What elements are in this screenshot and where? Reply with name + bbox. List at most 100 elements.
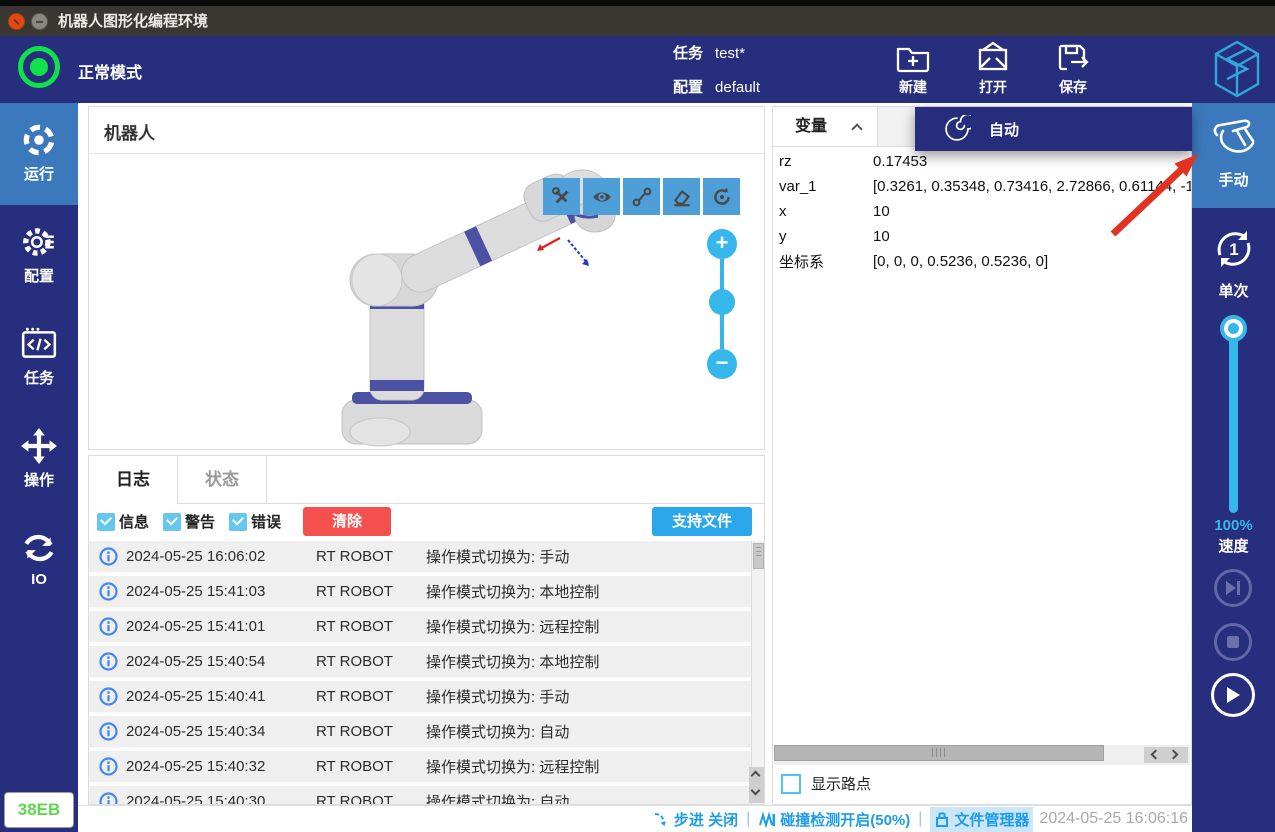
filter-warning-label: 警告 (185, 511, 215, 532)
log-source: RT ROBOT (316, 758, 411, 775)
separator: | (918, 810, 922, 828)
log-time: 2024-05-25 15:40:34 (126, 723, 291, 740)
code-window-icon (20, 325, 58, 363)
robot-panel: 机器人 (88, 106, 765, 450)
sidebar-item-config[interactable]: 配置 (0, 205, 78, 307)
log-time: 2024-05-25 15:40:30 (126, 793, 291, 804)
variable-row[interactable]: 坐标系 [0, 0, 0, 0.5236, 0.5236, 0] (773, 249, 1191, 274)
open-file-icon (975, 40, 1011, 76)
log-row: 2024-05-25 15:40:32 RT ROBOT 操作模式切换为: 远程… (89, 751, 751, 784)
variable-value: [0, 0, 0, 0.5236, 0.5236, 0] (873, 253, 1048, 270)
log-source: RT ROBOT (316, 583, 411, 600)
speed-slider-track[interactable] (1229, 327, 1238, 513)
visibility-button[interactable] (583, 178, 620, 215)
reset-view-button[interactable] (703, 178, 740, 215)
tab-status[interactable]: 状态 (178, 456, 267, 504)
tools-icon (551, 186, 573, 208)
zoom-slider-handle[interactable] (709, 289, 735, 315)
step-forward-button[interactable] (1214, 569, 1252, 607)
sidebar-item-operate[interactable]: 操作 (0, 409, 78, 511)
log-message: 操作模式切换为: 手动 (426, 686, 569, 707)
log-scrollbar[interactable] (751, 541, 764, 804)
log-time: 2024-05-25 15:40:41 (126, 688, 291, 705)
stop-icon (1226, 635, 1240, 649)
variable-row[interactable]: x 10 (773, 199, 1191, 224)
collision-detection-toggle[interactable]: 碰撞检测开启(50%) (758, 809, 910, 830)
info-icon (99, 687, 118, 706)
log-message: 操作模式切换为: 本地控制 (426, 651, 599, 672)
stop-button[interactable] (1214, 623, 1252, 661)
config-row: 配置default (673, 76, 760, 97)
sidebar-item-task[interactable]: 任务 (0, 307, 78, 409)
variable-row[interactable]: y 10 (773, 224, 1191, 249)
scroll-left-icon[interactable] (1151, 750, 1161, 760)
speed-label: 速度 (1192, 535, 1275, 556)
play-button[interactable] (1211, 673, 1255, 717)
task-value: test* (715, 45, 745, 62)
log-scrollbar-thumb[interactable] (753, 543, 764, 569)
mode-label: 正常模式 (78, 59, 142, 83)
log-row: 2024-05-25 15:40:30 RT ROBOT 操作模式切换为: 自动 (89, 786, 751, 804)
file-manager-button[interactable]: 文件管理器 (930, 807, 1033, 832)
file-manager-icon (934, 811, 950, 828)
log-scroll-buttons[interactable] (749, 767, 764, 803)
path-icon (631, 186, 653, 208)
variable-row[interactable]: var_1 [0.3261, 0.35348, 0.73416, 2.72866… (773, 174, 1191, 199)
window-titlebar: 机器人图形化编程环境 (0, 0, 1275, 36)
filter-info-checkbox[interactable] (97, 513, 115, 531)
clear-button[interactable]: 清除 (303, 507, 391, 536)
app-header: 正常模式 任务 test* 配置default 新建 打开 (0, 36, 1275, 103)
filter-warning-checkbox[interactable] (163, 513, 181, 531)
status-code-badge[interactable]: 38EB (4, 792, 74, 828)
new-button[interactable]: 新建 (881, 38, 945, 100)
status-bar: 步进 关闭 | 碰撞检测开启(50%) | 文件管理器 2024-05-25 1… (78, 805, 1192, 832)
speed-slider-handle[interactable] (1220, 315, 1247, 342)
log-message: 操作模式切换为: 自动 (426, 791, 569, 804)
log-source: RT ROBOT (316, 653, 411, 670)
log-source: RT ROBOT (316, 688, 411, 705)
sidebar-item-run[interactable]: 运行 (0, 103, 78, 205)
manual-mode-button[interactable]: 手动 (1192, 103, 1275, 208)
open-button[interactable]: 打开 (961, 38, 1025, 100)
log-message: 操作模式切换为: 本地控制 (426, 581, 599, 602)
eraser-button[interactable] (663, 178, 700, 215)
sidebar-item-io[interactable]: IO (0, 511, 78, 613)
scroll-up-icon[interactable] (751, 771, 761, 781)
scroll-down-icon[interactable] (751, 786, 761, 796)
close-icon[interactable] (8, 13, 25, 30)
gear-icon (20, 223, 58, 261)
zoom-out-button[interactable]: − (707, 349, 737, 379)
single-cycle-button[interactable]: 1 单次 (1192, 213, 1275, 313)
task-row: 任务 test* (673, 42, 745, 63)
variables-hscrollbar[interactable] (774, 745, 1190, 765)
info-icon (99, 547, 118, 566)
hscrollbar-thumb[interactable] (774, 745, 1104, 761)
show-waypoints-row: 显示路点 (781, 773, 871, 794)
step-mode-toggle[interactable]: 步进 关闭 (653, 809, 738, 830)
show-waypoints-checkbox[interactable] (781, 774, 801, 794)
tab-log[interactable]: 日志 (89, 456, 178, 504)
save-button[interactable]: 保存 (1041, 38, 1105, 100)
log-time: 2024-05-25 16:06:02 (126, 548, 291, 565)
support-file-button[interactable]: 支持文件 (652, 507, 752, 536)
variable-row[interactable]: rz 0.17453 (773, 149, 1191, 174)
hscroll-buttons[interactable] (1144, 747, 1188, 763)
info-icon (99, 652, 118, 671)
info-icon (99, 792, 118, 804)
scroll-right-icon[interactable] (1169, 750, 1179, 760)
log-row: 2024-05-25 16:06:02 RT ROBOT 操作模式切换为: 手动 (89, 541, 751, 574)
collapse-icon (851, 123, 862, 134)
filter-error-checkbox[interactable] (229, 513, 247, 531)
variables-header[interactable]: 变量 (773, 107, 878, 147)
save-icon (1055, 40, 1091, 76)
variable-value: 10 (873, 228, 890, 245)
minimize-icon[interactable] (31, 13, 48, 30)
mode-dropdown-option-auto[interactable]: 自动 (915, 107, 1192, 151)
run-icon (20, 121, 58, 159)
path-button[interactable] (623, 178, 660, 215)
zoom-in-button[interactable]: + (707, 229, 737, 259)
task-label: 任务 (673, 45, 703, 62)
tools-button[interactable] (543, 178, 580, 215)
variable-name: var_1 (773, 178, 873, 195)
collision-icon (758, 811, 776, 828)
